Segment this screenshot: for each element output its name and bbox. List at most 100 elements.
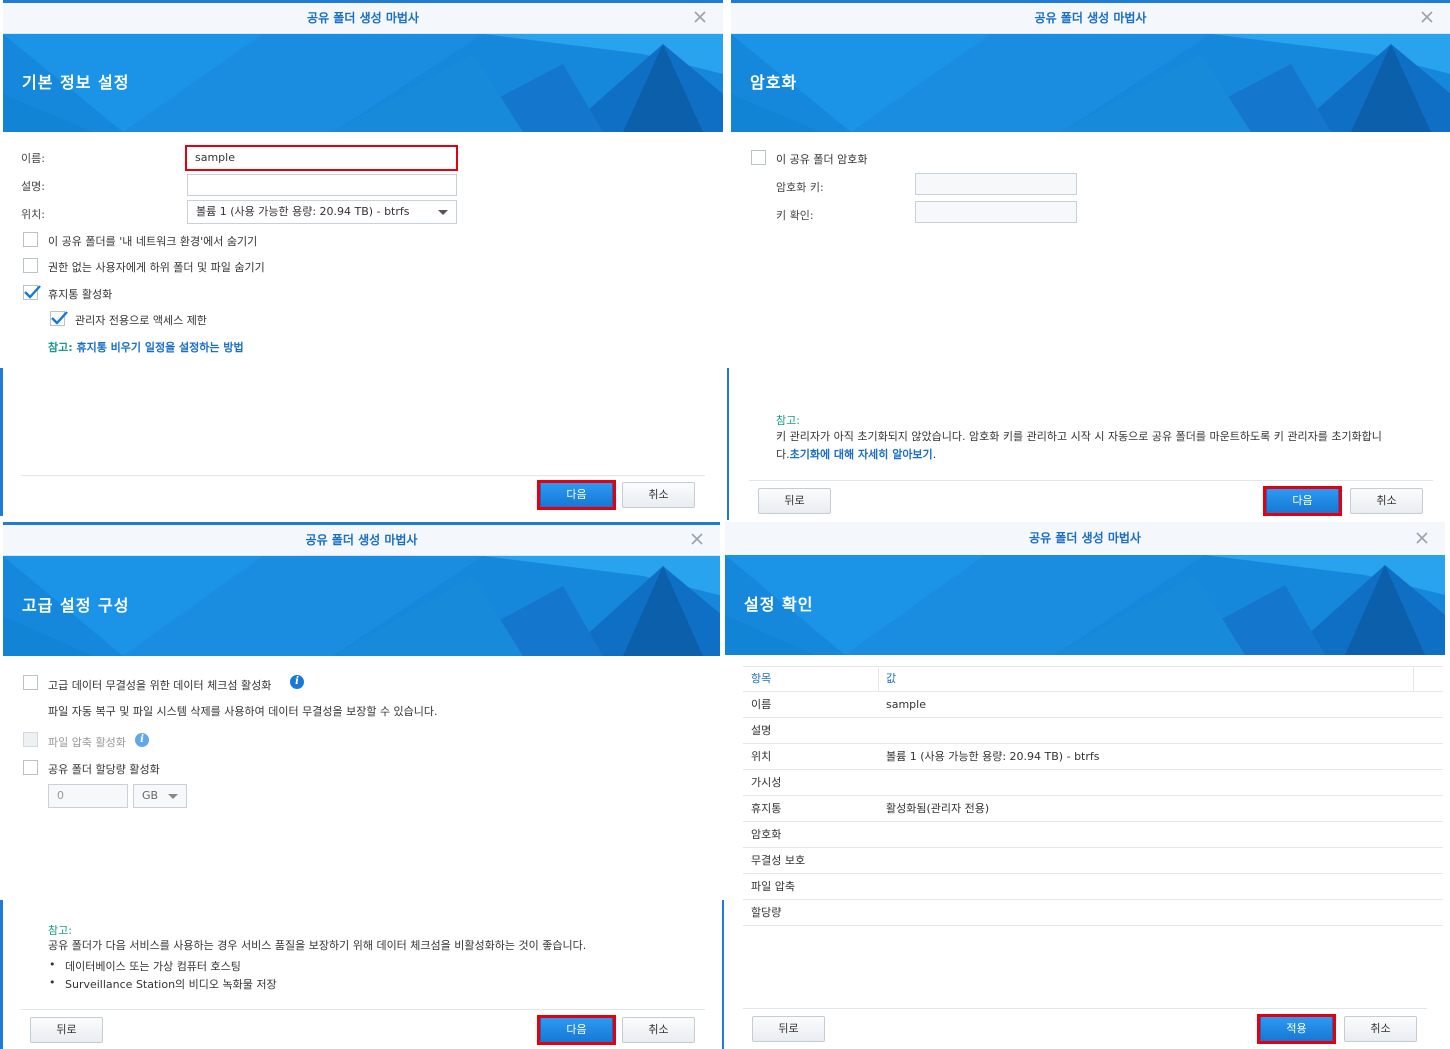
name-field[interactable]: sample: [185, 145, 458, 171]
window-edge: [727, 368, 729, 520]
location-label: 위치:: [21, 208, 45, 221]
step-heading: 고급 설정 구성: [22, 596, 130, 615]
key-manager-info-link[interactable]: 초기화에 대해 자세히 알아보기: [790, 448, 933, 461]
info-icon[interactable]: i: [135, 733, 149, 747]
cancel-button[interactable]: 취소: [622, 482, 695, 508]
checksum-description: 파일 자동 복구 및 파일 시스템 삭제를 사용하여 데이터 무결성을 보장할 …: [48, 705, 438, 718]
info-icon[interactable]: i: [290, 675, 304, 689]
note-bullet-1: 데이터베이스 또는 가상 컴퓨터 호스팅: [49, 958, 241, 974]
table-row: 가시성: [743, 770, 1443, 796]
description-label: 설명:: [21, 180, 45, 193]
note-recycle-schedule: 참고: 휴지통 비우기 일정을 설정하는 방법: [48, 339, 244, 355]
step-heading: 기본 정보 설정: [22, 73, 130, 92]
header-banner: 기본 정보 설정: [3, 34, 723, 132]
checksum-checkbox[interactable]: [23, 675, 38, 690]
title-bar: 공유 폴더 생성 마법사: [725, 522, 1445, 556]
quota-unit-select[interactable]: GB: [133, 784, 187, 808]
banner-pattern: [731, 34, 1450, 132]
quota-label: 공유 폴더 할당량 활성화: [48, 763, 160, 776]
banner-pattern: [725, 555, 1445, 655]
description-field[interactable]: [187, 174, 457, 196]
confirm-key-field[interactable]: [915, 201, 1077, 223]
recycle-schedule-link[interactable]: 휴지통 비우기 일정을 설정하는 방법: [76, 341, 243, 354]
grid-header: 항목 값: [743, 666, 1443, 692]
hide-in-network-label: 이 공유 폴더를 '내 네트워크 환경'에서 숨기기: [48, 235, 258, 248]
close-icon[interactable]: [1418, 8, 1436, 26]
title-bar: 공유 폴더 생성 마법사: [3, 3, 723, 34]
footer-divider: [743, 1008, 1427, 1009]
location-select-value: 볼륨 1 (사용 가능한 용량: 20.94 TB) - btrfs: [196, 205, 410, 218]
cancel-button[interactable]: 취소: [622, 1017, 695, 1043]
highlight-next-button: [537, 480, 616, 510]
location-select[interactable]: 볼륨 1 (사용 가능한 용량: 20.94 TB) - btrfs: [187, 200, 457, 224]
step-heading: 설정 확인: [744, 595, 814, 614]
encrypt-label: 이 공유 폴더 암호화: [776, 153, 868, 166]
column-divider: [1413, 667, 1414, 691]
cancel-button[interactable]: 취소: [1350, 488, 1423, 514]
window-edge: [0, 368, 3, 516]
summary-grid: 항목 값 이름 sample 설명 위치 볼륨 1 (사용 가능한 용량: 20.9…: [743, 666, 1443, 926]
recycle-bin-checkbox[interactable]: [23, 285, 41, 300]
table-row: 휴지통 활성화됨(관리자 전용): [743, 796, 1443, 822]
row-key: 위치: [751, 750, 772, 763]
back-button[interactable]: 뒤로: [30, 1017, 103, 1043]
window-title: 공유 폴더 생성 마법사: [305, 533, 418, 547]
encryption-key-label: 암호화 키:: [776, 181, 824, 194]
column-divider: [878, 667, 879, 691]
close-icon[interactable]: [1413, 529, 1431, 547]
row-key: 할당량: [751, 906, 782, 919]
cancel-button[interactable]: 취소: [1344, 1016, 1417, 1042]
quota-size-field[interactable]: 0: [48, 784, 128, 808]
hide-in-network-checkbox[interactable]: [23, 232, 38, 247]
note-suffix: .: [932, 448, 937, 461]
note-text: 공유 폴더가 다음 서비스를 사용하는 경우 서비스 품질을 보장하기 위해 데…: [48, 939, 587, 952]
row-value: 볼륨 1 (사용 가능한 용량: 20.94 TB) - btrfs: [886, 750, 1100, 763]
highlight-apply-button: [1257, 1014, 1336, 1044]
note-line-2: 다.초기화에 대해 자세히 알아보기.: [776, 446, 1436, 464]
title-bar: 공유 폴더 생성 마법사: [3, 525, 720, 556]
encrypt-checkbox[interactable]: [751, 150, 766, 165]
wizard-window-encryption: 공유 폴더 생성 마법사 암호화 이 공유 폴더 암호화 암호화 키: 키 확인…: [731, 0, 1450, 520]
close-icon[interactable]: [688, 530, 706, 548]
admin-only-label: 관리자 전용으로 액세스 제한: [75, 314, 207, 327]
chevron-down-icon: [168, 794, 178, 799]
hide-subfolders-checkbox[interactable]: [23, 258, 38, 273]
table-row: 위치 볼륨 1 (사용 가능한 용량: 20.94 TB) - btrfs: [743, 744, 1443, 770]
footer-divider: [21, 1009, 705, 1010]
footer-divider: [21, 475, 705, 476]
table-row: 이름 sample: [743, 692, 1443, 718]
header-banner: 설정 확인: [725, 555, 1445, 655]
checkmark-icon: [24, 285, 41, 299]
checkmark-icon: [51, 311, 68, 325]
header-banner: 고급 설정 구성: [3, 556, 720, 656]
compression-checkbox[interactable]: [23, 732, 38, 747]
row-value: 활성화됨(관리자 전용): [886, 802, 990, 815]
name-label: 이름:: [21, 152, 45, 165]
recycle-bin-label: 휴지통 활성화: [48, 288, 113, 301]
note-title: 참고:: [776, 414, 800, 427]
note-text: 키 관리자가 아직 초기화되지 않았습니다. 암호화 키를 관리하고 시작 시 …: [776, 428, 1436, 464]
table-row: 파일 압축: [743, 874, 1443, 900]
quota-unit-value: GB: [142, 789, 159, 802]
quota-checkbox[interactable]: [23, 760, 38, 775]
row-value: sample: [886, 698, 926, 711]
column-header-value[interactable]: 값: [886, 667, 896, 690]
chevron-down-icon: [438, 210, 448, 215]
row-key: 무결성 보호: [751, 854, 806, 867]
wizard-window-confirm: 공유 폴더 생성 마법사 설정 확인 항목 값 이름 sample 설명 위치 볼륨…: [725, 522, 1445, 1049]
window-edge: [0, 900, 3, 1049]
back-button[interactable]: 뒤로: [752, 1016, 825, 1042]
close-icon[interactable]: [691, 8, 709, 26]
title-bar: 공유 폴더 생성 마법사: [731, 3, 1450, 34]
table-row: 할당량: [743, 900, 1443, 926]
encryption-key-field[interactable]: [915, 173, 1077, 195]
checksum-label: 고급 데이터 무결성을 위한 데이터 체크섬 활성화: [48, 679, 272, 692]
note-bullet-2: Surveillance Station의 비디오 녹화물 저장: [49, 976, 277, 992]
back-button[interactable]: 뒤로: [758, 488, 831, 514]
table-row: 무결성 보호: [743, 848, 1443, 874]
column-header-item[interactable]: 항목: [751, 667, 771, 690]
note-line-1: 키 관리자가 아직 초기화되지 않았습니다. 암호화 키를 관리하고 시작 시 …: [776, 430, 1382, 443]
admin-only-checkbox[interactable]: [50, 311, 68, 326]
confirm-key-label: 키 확인:: [776, 209, 814, 222]
row-key: 휴지통: [751, 802, 782, 815]
